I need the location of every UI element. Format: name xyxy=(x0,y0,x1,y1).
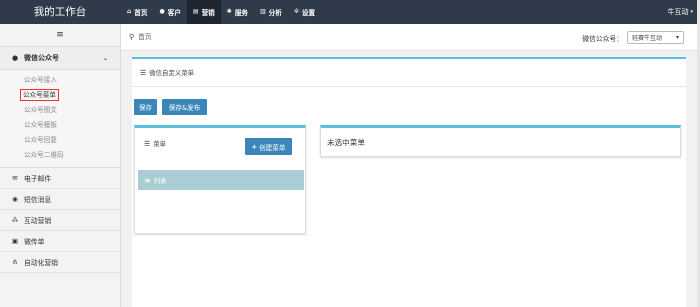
create-menu-label: 创建菜单 xyxy=(259,143,286,152)
sidebar-item-label: 公众号二维码 xyxy=(24,151,64,159)
breadcrumb: ⚲ 首页 xyxy=(129,24,152,51)
sidebar-item-label: 公众号菜单 xyxy=(20,89,59,101)
sidebar-item-label: 公众号接入 xyxy=(24,76,57,84)
main-area: ⚲ 首页 微信公众号： 轻赛牛互动 ▾ ☰ 微信自定义菜单 保存 保存&发布 ☰… xyxy=(121,24,700,307)
save-publish-button[interactable]: 保存&发布 xyxy=(162,99,207,115)
account-label: 微信公众号： xyxy=(582,34,623,43)
nav-item-label: 分析 xyxy=(268,9,282,17)
sidebar-item-sms[interactable]: ◉ 短信消息 xyxy=(0,189,120,210)
wechat-icon: ● xyxy=(11,54,19,62)
sidebar-item-email[interactable]: ✉ 电子邮件 xyxy=(0,168,120,189)
sidebar-item-label: 互动营销 xyxy=(24,217,52,225)
main-nav: ⌂ 首页 ● 客户 ▤ 营销 ✱ 服务 ▥ 分析 ✲ 设置 xyxy=(121,0,321,24)
nav-item-label: 服务 xyxy=(234,9,248,17)
content-panel: ☰ 微信自定义菜单 保存 保存&发布 ☰ 菜单 + 创建菜单 ≡ 列表 未选中菜… xyxy=(132,57,686,307)
sidebar-submenu: 公众号接入 公众号菜单 公众号图文 公众号模板 公众号回复 公众号二维码 xyxy=(0,70,120,168)
nav-item-customers[interactable]: ● 客户 xyxy=(153,0,186,24)
nav-item-label: 首页 xyxy=(134,9,148,17)
page-title-bar: ☰ 微信自定义菜单 xyxy=(132,57,686,87)
nav-item-label: 营销 xyxy=(201,9,215,17)
sidebar-item-label: 公众号回复 xyxy=(24,136,57,144)
sidebar-item-label: 公众号模板 xyxy=(24,121,57,129)
bar-chart-icon: ▥ xyxy=(260,8,266,15)
home-icon: ⌂ xyxy=(127,8,132,15)
flyer-icon: ▣ xyxy=(11,237,19,245)
nav-item-marketing[interactable]: ▤ 营销 xyxy=(186,0,221,24)
nav-item-label: 设置 xyxy=(301,9,316,17)
sidebar-item-templates[interactable]: 公众号模板 xyxy=(0,118,120,133)
sitemap-icon: ⋔ xyxy=(12,258,18,266)
top-navbar: 我的工作台 ⌂ 首页 ● 客户 ▤ 营销 ✱ 服务 ▥ 分析 ✲ 设置 牛互动 … xyxy=(0,0,700,24)
sidebar-item-interactive[interactable]: ⁂ 互动营销 xyxy=(0,210,120,231)
app-brand[interactable]: 我的工作台 xyxy=(0,0,120,24)
plus-icon: + xyxy=(251,142,258,151)
gear-icon: ✲ xyxy=(293,8,299,15)
menu-detail-panel: 未选中菜单 xyxy=(320,125,681,157)
list-icon: ☰ xyxy=(140,68,147,77)
sidebar-section-wechat[interactable]: ● 微信公众号 ⌄ xyxy=(0,47,120,70)
sidebar-item-replies[interactable]: 公众号回复 xyxy=(0,133,120,148)
chevron-down-icon: ⌄ xyxy=(102,55,108,62)
menu-list-label: 列表 xyxy=(153,176,167,185)
user-menu[interactable]: 牛互动 ▾ xyxy=(667,0,693,24)
nav-item-service[interactable]: ✱ 服务 xyxy=(221,0,254,24)
save-button[interactable]: 保存 xyxy=(134,99,157,115)
map-marker-icon: ⚲ xyxy=(129,33,135,41)
account-selected-value: 轻赛牛互动 xyxy=(632,35,663,42)
sidebar-toggle-button[interactable]: ≡ xyxy=(0,24,120,47)
book-icon: ▤ xyxy=(192,8,199,15)
select-arrow-icon: ▾ xyxy=(675,34,679,41)
user-name: 牛互动 xyxy=(667,8,689,16)
menu-panel: ☰ 菜单 + 创建菜单 ≡ 列表 xyxy=(134,125,306,234)
list-icon: ☰ xyxy=(144,139,151,148)
account-select[interactable]: 轻赛牛互动 ▾ xyxy=(627,31,684,44)
sidebar-item-automation[interactable]: ⋔ 自动化营销 xyxy=(0,252,120,273)
nav-item-home[interactable]: ⌂ 首页 xyxy=(121,0,153,24)
sidebar-item-articles[interactable]: 公众号图文 xyxy=(0,103,120,118)
sidebar-item-flyer[interactable]: ▣ 微传单 xyxy=(0,231,120,252)
breadcrumb-home-link[interactable]: 首页 xyxy=(138,24,152,51)
no-selection-text: 未选中菜单 xyxy=(327,138,365,147)
menu-panel-title: ☰ 菜单 xyxy=(144,139,167,149)
sidebar-item-label: 自动化营销 xyxy=(24,259,58,267)
drag-handle-icon: ≡ xyxy=(144,175,151,185)
page-title: 微信自定义菜单 xyxy=(149,69,195,77)
interact-icon: ⁂ xyxy=(11,216,19,224)
sidebar-item-qrcode[interactable]: 公众号二维码 xyxy=(0,148,120,163)
user-icon: ● xyxy=(159,8,165,15)
menu-panel-label: 菜单 xyxy=(153,140,167,148)
account-selector: 微信公众号： 轻赛牛互动 ▾ xyxy=(582,31,684,44)
sidebar-item-label: 公众号图文 xyxy=(24,106,57,114)
create-menu-button[interactable]: + 创建菜单 xyxy=(245,138,292,155)
sidebar: ≡ ● 微信公众号 ⌄ 公众号接入 公众号菜单 公众号图文 公众号模板 公众号回… xyxy=(0,24,121,307)
sidebar-item-menu[interactable]: 公众号菜单 xyxy=(0,88,120,103)
sidebar-item-access[interactable]: 公众号接入 xyxy=(0,73,120,88)
cogs-icon: ✱ xyxy=(226,8,232,15)
nav-item-label: 客户 xyxy=(167,9,181,17)
nav-item-settings[interactable]: ✲ 设置 xyxy=(288,0,321,24)
breadcrumb-bar: ⚲ 首页 微信公众号： 轻赛牛互动 ▾ xyxy=(121,24,700,51)
sidebar-section-label: 微信公众号 xyxy=(24,54,59,62)
nav-item-analytics[interactable]: ▥ 分析 xyxy=(254,0,288,24)
menu-list-item[interactable]: ≡ 列表 xyxy=(138,170,304,190)
caret-down-icon: ▾ xyxy=(690,9,693,15)
envelope-icon: ✉ xyxy=(12,174,18,182)
menu-toggle-icon: ≡ xyxy=(56,30,64,40)
sidebar-item-label: 微传单 xyxy=(24,238,45,246)
sidebar-item-label: 电子邮件 xyxy=(24,175,52,183)
chat-icon: ◉ xyxy=(12,195,18,203)
sidebar-item-label: 短信消息 xyxy=(24,196,52,204)
